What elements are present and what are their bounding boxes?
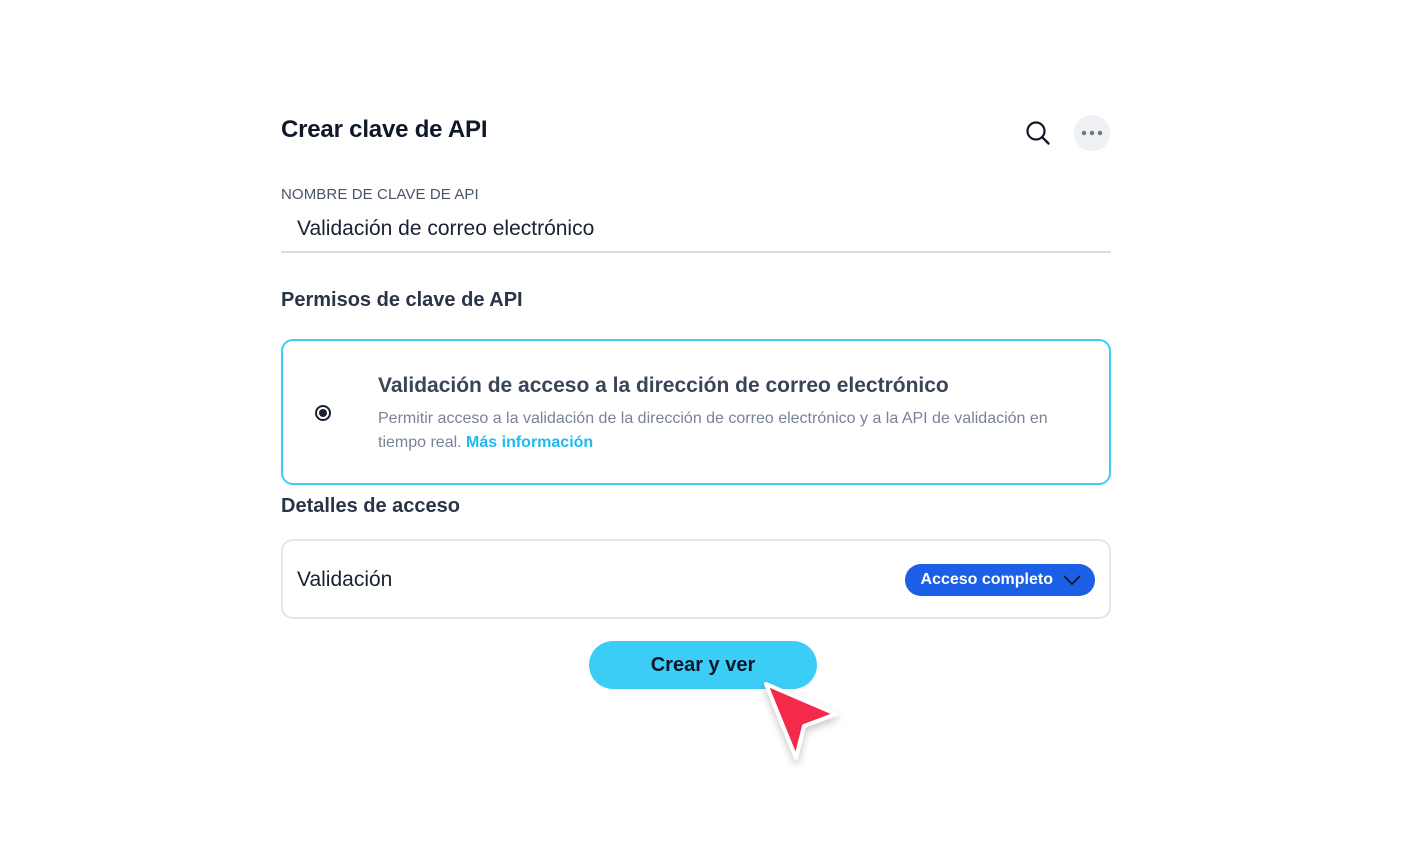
access-details-section-title: Detalles de acceso <box>281 495 460 517</box>
access-row-label: Validación <box>297 568 393 591</box>
mouse-pointer-icon <box>764 682 838 760</box>
search-button[interactable] <box>1019 114 1057 152</box>
more-options-button[interactable] <box>1074 115 1110 151</box>
permission-option-email-validation[interactable]: Validación de acceso a la dirección de c… <box>281 339 1111 485</box>
page-title: Crear clave de API <box>281 116 488 143</box>
api-key-name-input[interactable] <box>281 207 1111 253</box>
permission-radio[interactable] <box>315 405 331 421</box>
chevron-down-icon <box>1063 575 1081 585</box>
search-icon <box>1026 121 1050 145</box>
api-key-name-label: NOMBRE DE CLAVE DE API <box>281 186 479 203</box>
permission-option-description: Permitir acceso a la validación de la di… <box>378 407 1088 455</box>
learn-more-link[interactable]: Más información <box>466 434 593 451</box>
permissions-section-title: Permisos de clave de API <box>281 289 523 311</box>
create-api-key-panel: Crear clave de API NOMBRE DE CLAVE DE AP… <box>281 0 1111 864</box>
radio-selected-dot <box>319 409 327 417</box>
access-level-value: Acceso completo <box>920 571 1053 588</box>
permission-option-title: Validación de acceso a la dirección de c… <box>378 374 949 397</box>
access-level-select[interactable]: Acceso completo <box>904 564 1095 596</box>
access-details-row: Validación Acceso completo <box>281 539 1111 619</box>
more-horizontal-icon <box>1081 130 1103 136</box>
